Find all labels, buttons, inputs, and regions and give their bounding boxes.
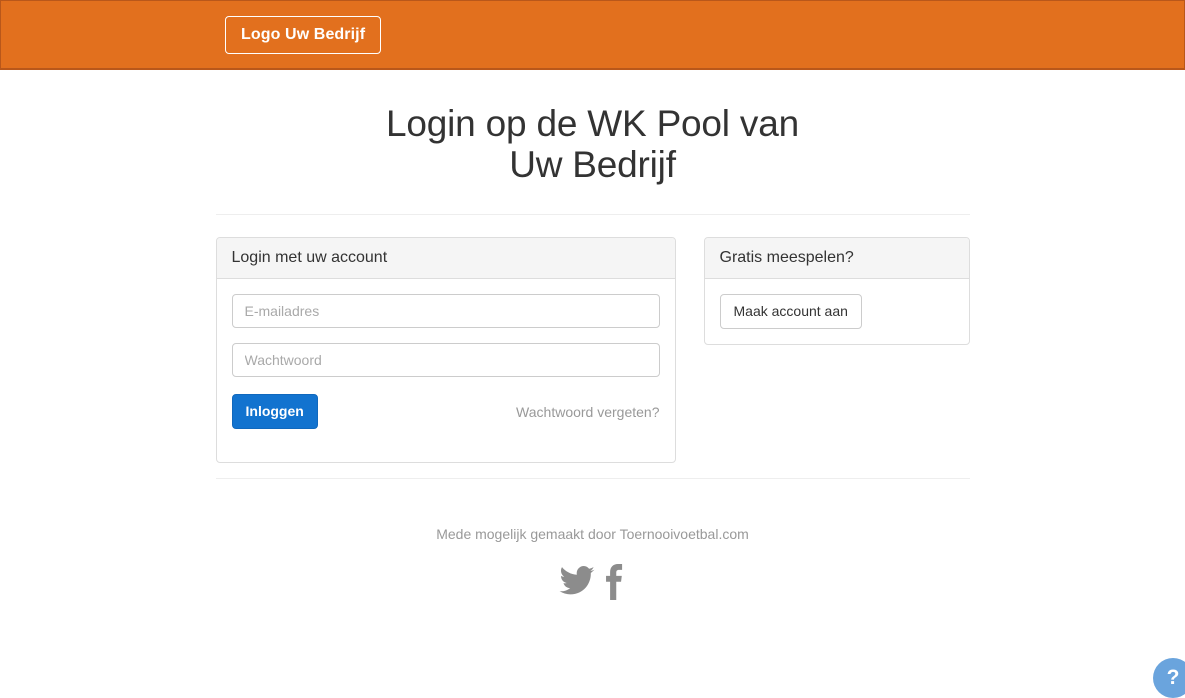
panels-row: Login met uw account Inloggen Wachtwoord… — [215, 215, 970, 464]
signup-panel-body: Maak account aan — [705, 279, 969, 344]
help-button[interactable]: ? — [1153, 658, 1185, 698]
footer: Mede mogelijk gemaakt door Toernooivoetb… — [215, 463, 970, 601]
page-title-line-1: Login op de WK Pool van — [386, 103, 799, 144]
footer-credit: Mede mogelijk gemaakt door Toernooivoetb… — [436, 526, 749, 543]
login-panel: Login met uw account Inloggen Wachtwoord… — [215, 237, 676, 464]
page-title: Login op de WK Pool van Uw Bedrijf — [216, 103, 970, 189]
forgot-password-link[interactable]: Wachtwoord vergeten? — [516, 404, 659, 420]
page-container: Login op de WK Pool van Uw Bedrijf Login… — [215, 70, 970, 601]
site-header: Logo Uw Bedrijf — [0, 0, 1185, 70]
login-button[interactable]: Inloggen — [231, 394, 318, 430]
email-input[interactable] — [231, 294, 660, 329]
create-account-button[interactable]: Maak account aan — [719, 294, 862, 330]
signup-panel-heading: Gratis meespelen? — [704, 238, 969, 280]
brand-logo[interactable]: Logo Uw Bedrijf — [225, 15, 382, 54]
page-title-line-2: Uw Bedrijf — [509, 143, 676, 185]
social-links — [216, 542, 970, 601]
login-panel-body: Inloggen Wachtwoord vergeten? — [217, 279, 675, 462]
password-input[interactable] — [231, 343, 660, 378]
login-actions: Inloggen Wachtwoord vergeten? — [231, 392, 660, 447]
facebook-icon[interactable] — [601, 564, 627, 601]
signup-panel: Gratis meespelen? Maak account aan — [703, 237, 970, 346]
help-question-mark-icon: ? — [1166, 666, 1180, 689]
login-panel-heading: Login met uw account — [216, 238, 675, 280]
twitter-icon[interactable] — [559, 566, 595, 598]
